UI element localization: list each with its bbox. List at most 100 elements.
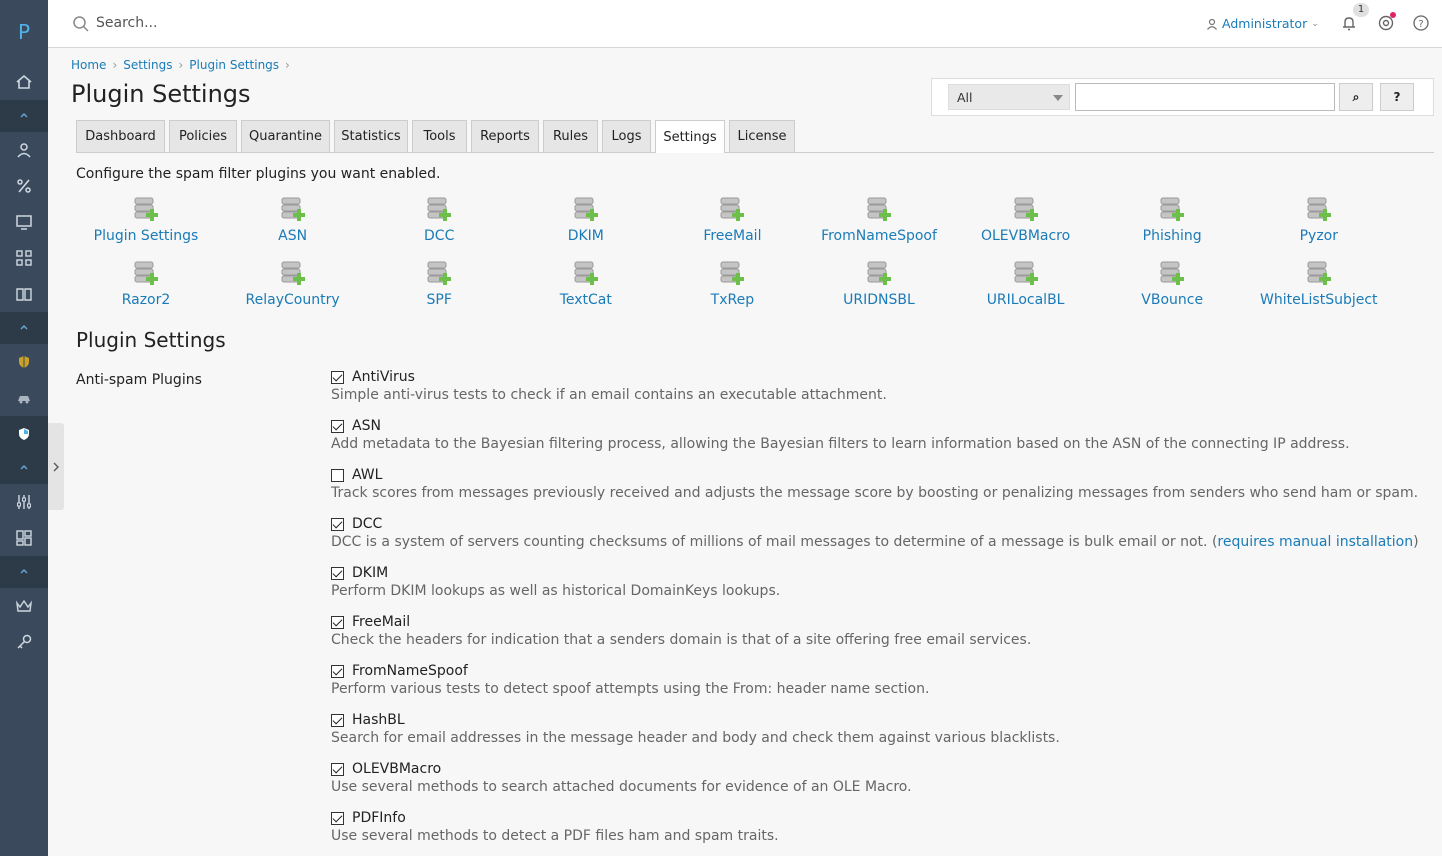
- sidebar: P: [0, 0, 48, 856]
- plugin-link[interactable]: Phishing: [1099, 197, 1245, 244]
- plugin-option: DKIM Perform DKIM lookups as well as hist…: [331, 563, 780, 599]
- breadcrumb: Home › Settings › Plugin Settings ›: [71, 58, 290, 72]
- plugin-checkbox[interactable]: [331, 713, 344, 727]
- plugin-option: FromNameSpoof Perform various tests to de…: [331, 661, 929, 697]
- plugin-checkbox[interactable]: [331, 370, 344, 384]
- plugin-link[interactable]: URIDNSBL: [806, 261, 952, 308]
- tab-policies[interactable]: Policies: [169, 120, 237, 152]
- user-menu[interactable]: Administrator ⌄: [1206, 16, 1319, 31]
- tab-reports[interactable]: Reports: [471, 120, 539, 152]
- plugin-link[interactable]: WhiteListSubject: [1246, 261, 1392, 308]
- plugin-checkbox[interactable]: [331, 517, 344, 531]
- plugin-link[interactable]: Plugin Settings: [73, 197, 219, 244]
- plugin-link[interactable]: Pyzor: [1246, 197, 1392, 244]
- shield-icon[interactable]: [0, 344, 48, 380]
- plugin-link[interactable]: RelayCountry: [220, 261, 366, 308]
- plugin-option-row[interactable]: PDFInfo: [331, 808, 779, 828]
- breadcrumb-home[interactable]: Home: [71, 58, 106, 72]
- plugin-link[interactable]: OLEVBMacro: [953, 197, 1099, 244]
- plugin-option: FreeMail Check the headers for indication…: [331, 612, 1031, 648]
- layout-icon[interactable]: [0, 520, 48, 556]
- requires-manual-installation-link[interactable]: requires manual installation: [1217, 534, 1413, 550]
- notification-bell-icon[interactable]: [1340, 14, 1358, 32]
- plugin-database-add-icon: [134, 261, 158, 285]
- sliders-icon[interactable]: [0, 484, 48, 520]
- plugin-option-row[interactable]: AntiVirus: [331, 367, 887, 387]
- plugin-link[interactable]: FreeMail: [659, 197, 805, 244]
- monitor-icon[interactable]: [0, 204, 48, 240]
- plugin-link[interactable]: DCC: [366, 197, 512, 244]
- plugin-option-name: ASN: [352, 418, 381, 434]
- plugin-option: HashBL Search for email addresses in the …: [331, 710, 1060, 746]
- tab-license[interactable]: License: [729, 120, 795, 152]
- plugin-option-row[interactable]: ASN: [331, 416, 1350, 436]
- global-search-input[interactable]: Search...: [96, 15, 157, 31]
- plugin-option-row[interactable]: AWL: [331, 465, 1418, 485]
- book-icon[interactable]: [0, 276, 48, 312]
- tab-quarantine[interactable]: Quarantine: [241, 120, 330, 152]
- crown-icon[interactable]: [0, 588, 48, 624]
- plugin-option-row[interactable]: OLEVBMacro: [331, 759, 912, 779]
- collapse-chevron-icon[interactable]: [0, 452, 48, 484]
- collapse-chevron-icon[interactable]: [0, 100, 48, 132]
- quick-search-input[interactable]: [1075, 83, 1335, 111]
- user-icon: [1207, 18, 1217, 30]
- search-help-button[interactable]: ?: [1380, 83, 1414, 111]
- plugin-link[interactable]: URILocalBL: [953, 261, 1099, 308]
- plugin-option-description: Perform various tests to detect spoof at…: [331, 681, 930, 697]
- user-icon[interactable]: [0, 132, 48, 168]
- plugin-option-row[interactable]: DCC: [331, 514, 1419, 534]
- plugin-link-label: TextCat: [559, 292, 612, 308]
- help-icon[interactable]: ?: [1412, 14, 1430, 32]
- plugin-option: DCC DCC is a system of servers counting c…: [331, 514, 1419, 550]
- plugin-option-row[interactable]: FreeMail: [331, 612, 1031, 632]
- plugin-link[interactable]: ASN: [220, 197, 366, 244]
- spy-icon[interactable]: [0, 380, 48, 416]
- plugin-link[interactable]: DKIM: [513, 197, 659, 244]
- search-go-button[interactable]: ⌕: [1339, 83, 1373, 111]
- plugin-option-name: AntiVirus: [352, 369, 415, 385]
- plugin-checkbox[interactable]: [331, 762, 344, 776]
- plugin-link[interactable]: Razor2: [73, 261, 219, 308]
- breadcrumb-settings[interactable]: Settings: [123, 58, 172, 72]
- plugin-link-label: FromNameSpoof: [821, 228, 937, 244]
- section-title: Plugin Settings: [76, 328, 226, 352]
- spam-filter-shield-icon[interactable]: [0, 416, 48, 452]
- plugin-checkbox[interactable]: [331, 419, 344, 433]
- plugin-checkbox[interactable]: [331, 615, 344, 629]
- tab-logs[interactable]: Logs: [602, 120, 651, 152]
- plugin-option-row[interactable]: HashBL: [331, 710, 1060, 730]
- tab-tools[interactable]: Tools: [412, 120, 467, 152]
- plugin-option: ASN Add metadata to the Bayesian filterin…: [331, 416, 1350, 452]
- plugin-database-add-icon: [1014, 261, 1038, 285]
- plugin-link[interactable]: TextCat: [513, 261, 659, 308]
- plugin-database-add-icon: [281, 261, 305, 285]
- plugin-checkbox[interactable]: [331, 811, 344, 825]
- tab-rules[interactable]: Rules: [543, 120, 598, 152]
- plugin-link[interactable]: TxRep: [659, 261, 805, 308]
- caret-down-icon: [1053, 95, 1063, 101]
- plugin-link[interactable]: FromNameSpoof: [806, 197, 952, 244]
- filter-select[interactable]: All: [948, 84, 1070, 110]
- sidebar-expand-handle[interactable]: [48, 423, 64, 510]
- app-logo[interactable]: P: [0, 0, 48, 64]
- plugin-option-row[interactable]: FromNameSpoof: [331, 661, 929, 681]
- plugin-link[interactable]: VBounce: [1099, 261, 1245, 308]
- plugin-link-label: URIDNSBL: [843, 292, 915, 308]
- key-icon[interactable]: [0, 624, 48, 660]
- tab-settings[interactable]: Settings: [655, 120, 725, 153]
- percent-icon[interactable]: [0, 168, 48, 204]
- plugin-checkbox[interactable]: [331, 468, 344, 482]
- plugin-checkbox[interactable]: [331, 566, 344, 580]
- collapse-chevron-icon[interactable]: [0, 556, 48, 588]
- tab-statistics[interactable]: Statistics: [334, 120, 408, 152]
- apps-grid-icon[interactable]: [0, 240, 48, 276]
- breadcrumb-plugin-settings[interactable]: Plugin Settings: [189, 58, 279, 72]
- plugin-link[interactable]: SPF: [366, 261, 512, 308]
- collapse-chevron-icon[interactable]: [0, 312, 48, 344]
- plugin-option-name: PDFInfo: [352, 810, 406, 826]
- tab-dashboard[interactable]: Dashboard: [76, 120, 165, 152]
- home-icon[interactable]: [0, 64, 48, 100]
- plugin-checkbox[interactable]: [331, 664, 344, 678]
- plugin-option-row[interactable]: DKIM: [331, 563, 780, 583]
